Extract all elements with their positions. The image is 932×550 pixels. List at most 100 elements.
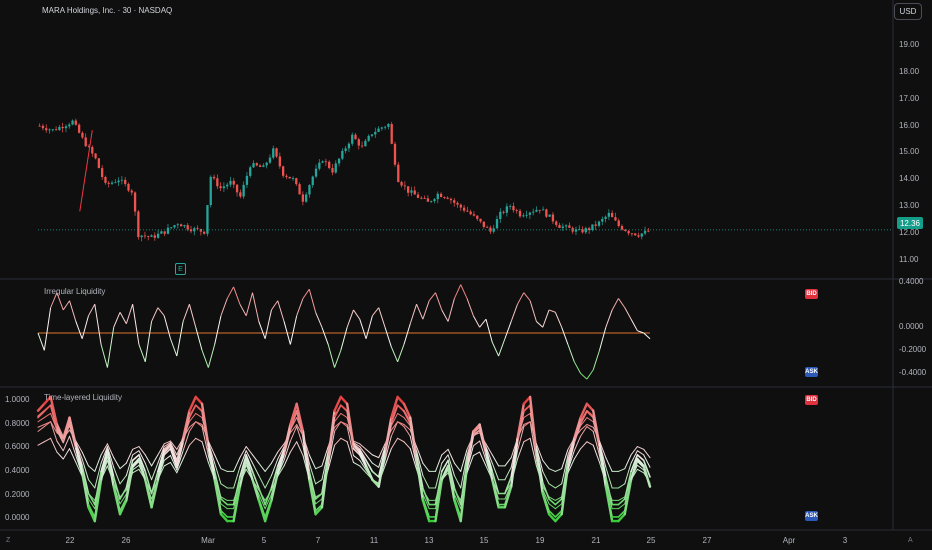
candle-body — [360, 145, 364, 147]
candle-body — [258, 165, 262, 167]
currency-button[interactable]: USD — [894, 3, 922, 20]
irregular-liquidity-segment — [334, 350, 342, 368]
candle-body — [229, 180, 232, 185]
irregular-liquidity-segment — [510, 304, 518, 322]
candle-body — [541, 209, 545, 211]
irregular-liquidity-segment — [277, 300, 285, 322]
candle-body — [393, 143, 397, 165]
irregular-liquidity-segment — [125, 304, 134, 324]
time-layered-liquidity-segment — [371, 454, 380, 459]
time-layered-liquidity-segment — [37, 441, 45, 446]
time-layered-liquidity-segment — [586, 417, 594, 423]
candle-body — [518, 210, 522, 217]
irregular-liquidity-segment — [340, 327, 348, 351]
irregular-liquidity-segment — [346, 309, 354, 328]
time-layered-liquidity-segment — [258, 475, 266, 489]
candle-body — [469, 211, 472, 215]
time-layered-liquidity-segment — [339, 395, 349, 405]
irregular-liquidity-segment — [289, 315, 298, 345]
candle-body — [61, 126, 64, 129]
goto-date-icon[interactable]: Z — [6, 537, 10, 544]
price-axis-label: 18.00 — [899, 67, 920, 76]
irregular-liquidity-segment — [403, 323, 411, 345]
candle-body — [281, 166, 285, 176]
time-layered-liquidity-segment — [617, 483, 626, 489]
irregular-axis-label: -0.4000 — [899, 368, 927, 377]
time-layered-liquidity-segment — [365, 448, 373, 456]
candle-body — [314, 168, 318, 177]
candle-body — [101, 168, 104, 177]
time-layered-liquidity-segment — [580, 426, 588, 437]
candle-body — [528, 212, 532, 215]
candle-body — [459, 204, 462, 208]
time-layered-bid-tag: BID — [805, 395, 818, 405]
candle-body — [344, 148, 347, 151]
irregular-liquidity-segment — [258, 321, 266, 339]
irregular-liquidity-segment — [567, 344, 575, 362]
candle-body — [611, 212, 614, 218]
candle-body — [594, 224, 597, 226]
candle-body — [627, 231, 630, 234]
candle-body — [630, 233, 634, 235]
irregular-liquidity-segment — [138, 344, 146, 362]
irregular-liquidity-segment — [611, 298, 619, 311]
time-layered-liquidity-segment — [43, 404, 52, 412]
candle-body — [436, 193, 439, 200]
time-layered-liquidity-segment — [542, 470, 550, 485]
candle-body — [410, 190, 413, 193]
time-layered-liquidity-segment — [94, 454, 102, 472]
candle-body — [456, 202, 459, 205]
time-layered-liquidity-segment — [580, 441, 588, 450]
time-axis-label: 21 — [591, 536, 601, 545]
irregular-liquidity-segment — [245, 292, 253, 316]
irregular-liquidity-segment — [252, 292, 260, 322]
irregular-liquidity-segment — [308, 289, 317, 313]
candle-body — [140, 235, 143, 238]
candle-body — [249, 167, 252, 176]
time-layered-liquidity-segment — [352, 461, 361, 467]
candle-body — [212, 176, 216, 179]
irregular-liquidity-segment — [37, 332, 45, 351]
candle-body — [203, 231, 206, 234]
candle-body — [453, 200, 456, 203]
candle-body — [163, 231, 166, 234]
candle-body — [120, 179, 124, 181]
auto-scale-button[interactable]: A — [908, 537, 913, 544]
irregular-liquidity-segment — [435, 292, 443, 311]
candle-body — [153, 235, 156, 238]
irregular-liquidity-segment — [542, 309, 550, 328]
irregular-liquidity-segment — [599, 327, 607, 351]
candle-body — [58, 126, 61, 131]
chart-canvas[interactable] — [0, 0, 932, 550]
candle-body — [255, 163, 258, 166]
candle-body — [558, 224, 561, 228]
time-layered-liquidity-segment — [636, 450, 645, 456]
candle-body — [502, 211, 505, 213]
earnings-icon[interactable]: E — [175, 263, 186, 275]
candle-body — [318, 162, 321, 169]
irregular-liquidity-segment — [561, 327, 569, 345]
time-layered-axis-label: 0.2000 — [5, 490, 30, 499]
candle-body — [637, 235, 640, 237]
candle-body — [91, 146, 94, 154]
candle-body — [71, 120, 74, 125]
irregular-liquidity-segment — [239, 303, 247, 316]
candle-body — [337, 158, 341, 164]
candle-body — [426, 198, 430, 202]
time-layered-liquidity-segment — [371, 470, 380, 478]
candle-body — [166, 227, 170, 234]
irregular-liquidity-segment — [233, 286, 241, 305]
candle-body — [643, 230, 647, 234]
irregular-liquidity-segment — [353, 309, 361, 320]
price-axis-label: 11.00 — [899, 255, 919, 264]
time-layered-liquidity-segment — [195, 412, 203, 419]
irregular-liquidity-segment — [390, 346, 399, 362]
candle-body — [308, 185, 311, 195]
candle-body — [351, 134, 354, 144]
candle-body — [347, 143, 351, 149]
time-axis-label: 5 — [261, 536, 267, 545]
irregular-liquidity-segment — [188, 304, 197, 328]
price-axis-label: 19.00 — [899, 40, 920, 49]
time-layered-liquidity-segment — [81, 451, 89, 467]
irregular-liquidity-segment — [371, 307, 380, 317]
